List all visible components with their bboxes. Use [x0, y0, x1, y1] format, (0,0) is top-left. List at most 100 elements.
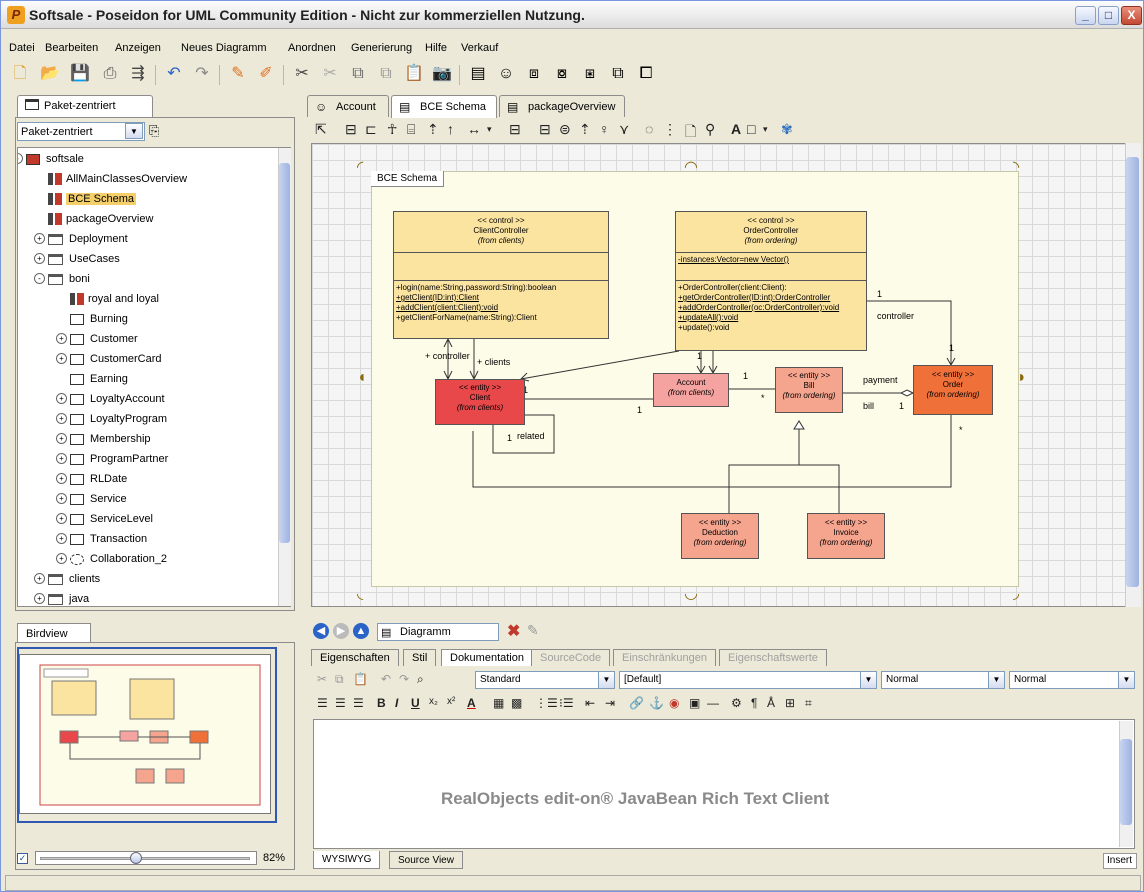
class-origin: (from ordering)	[819, 538, 873, 547]
indent-icon[interactable]: ⇥	[605, 696, 615, 710]
plugin-icon[interactable]: ⚙	[731, 696, 742, 710]
class-order-controller[interactable]: << control >> OrderController (from orde…	[675, 211, 867, 351]
multiplicity-label: 1	[507, 433, 513, 443]
class-name: OrderController	[743, 226, 799, 235]
align-left-icon[interactable]: ☰	[317, 696, 328, 710]
operation: +getClient(ID:int):Client	[396, 293, 479, 302]
delete-icon[interactable]: ✖	[507, 621, 520, 641]
source-icon[interactable]: ⌗	[805, 696, 812, 711]
attributes-section: -instances:Vector=new Vector()	[676, 252, 866, 280]
erase-icon[interactable]: ✎	[527, 622, 539, 639]
multiplicity-label: 1	[949, 343, 955, 353]
tab-eigenschaften[interactable]: Eigenschaften	[311, 649, 399, 666]
outdent-icon[interactable]: ⇤	[585, 696, 595, 710]
redo-icon[interactable]: ↷	[399, 672, 409, 686]
tab-stil[interactable]: Stil	[403, 649, 437, 666]
image-icon[interactable]: ▣	[689, 696, 700, 710]
table-props-icon[interactable]: ▩	[511, 696, 522, 710]
style-select[interactable]: Standard ▼	[475, 671, 615, 689]
link-icon[interactable]: 🔗	[629, 696, 644, 710]
copy-icon[interactable]: ⧉	[335, 672, 344, 687]
operations-section: +OrderController(client:Client): +getOrd…	[676, 280, 866, 335]
find-icon[interactable]: ⌕	[417, 672, 424, 687]
tab-dokumentation[interactable]: Dokumentation	[441, 649, 533, 666]
cut-icon[interactable]: ✂	[317, 672, 327, 686]
operation: +getOrderController(ID:int):OrderControl…	[678, 293, 831, 302]
operation: +login(name:String,password:String):bool…	[396, 283, 557, 292]
element-selector[interactable]: Diagramm	[377, 623, 499, 641]
pilcrow-icon[interactable]: ¶	[751, 696, 757, 710]
align-right-icon[interactable]: ☰	[353, 696, 364, 710]
bullet-list-icon[interactable]: ⁝☰	[559, 696, 574, 710]
assoc-label: bill	[863, 401, 875, 411]
multiplicity-label: 1	[637, 405, 643, 415]
invoice-generalization	[799, 464, 840, 513]
class-name: Deduction	[701, 528, 739, 537]
class-client[interactable]: << entity >> Client (from clients)	[435, 379, 525, 425]
operations-section: +login(name:String,password:String):bool…	[394, 280, 608, 325]
editor-scroll-thumb[interactable]	[1120, 739, 1132, 825]
documentation-editor[interactable]	[313, 719, 1135, 849]
class-invoice[interactable]: << entity >> Invoice (from ordering)	[807, 513, 885, 559]
stereotype: << control >>	[747, 216, 795, 225]
superscript-icon[interactable]: x²	[447, 696, 455, 707]
back-icon[interactable]: ◀	[313, 623, 329, 639]
multiplicity-label: 1	[877, 289, 883, 299]
multiplicity-label: *	[761, 393, 765, 403]
app-window: P Softsale - Poseidon for UML Community …	[0, 0, 1144, 892]
align-center-icon[interactable]: ☰	[335, 696, 346, 710]
class-name: ClientController	[473, 226, 529, 235]
properties-icon[interactable]: ⊞	[785, 696, 795, 710]
horizontal-rule-icon[interactable]: ―	[707, 696, 719, 710]
tab-sourcecode[interactable]: SourceCode	[531, 649, 611, 666]
insert-mode-indicator: Insert	[1103, 853, 1137, 869]
table-icon[interactable]: ▦	[493, 696, 504, 710]
class-origin: (from clients)	[667, 388, 715, 397]
chevron-down-icon: ▼	[1118, 672, 1134, 688]
up-icon[interactable]: ▲	[353, 623, 369, 639]
italic-icon[interactable]: I	[395, 696, 398, 710]
stereotype: << entity >>	[824, 518, 868, 527]
class-account[interactable]: Account (from clients)	[653, 373, 729, 407]
operation: +OrderController(client:Client):	[678, 283, 787, 292]
stereotype: << entity >>	[787, 371, 831, 380]
underline-icon[interactable]: U	[411, 696, 420, 710]
multiplicity-label: 1	[899, 401, 905, 411]
stereotype: << entity >>	[931, 370, 975, 379]
assoc-label: + controller	[425, 351, 470, 361]
tab-einschraenkungen[interactable]: Einschränkungen	[613, 649, 717, 666]
bold-icon[interactable]: B	[377, 696, 386, 710]
multiplicity-label: 1	[743, 371, 749, 381]
stereotype: << control >>	[477, 216, 525, 225]
operation: +update():void	[678, 323, 730, 332]
paragraph-select[interactable]: Normal ▼	[1009, 671, 1135, 689]
undo-icon[interactable]: ↶	[381, 672, 391, 686]
class-client-controller[interactable]: << control >> ClientController (from cli…	[393, 211, 609, 339]
class-origin: (from ordering)	[693, 538, 747, 547]
class-order[interactable]: << entity >> Order (from ordering)	[913, 365, 993, 415]
numbered-list-icon[interactable]: ⋮☰	[535, 696, 558, 710]
class-name: Account	[676, 378, 706, 387]
class-origin: (from clients)	[477, 236, 525, 245]
paste-icon[interactable]: 📋	[353, 672, 368, 686]
font-color-icon[interactable]: A	[467, 696, 476, 710]
subscript-icon[interactable]: x₂	[429, 696, 438, 707]
anchor-icon[interactable]: ⚓	[649, 696, 664, 710]
class-deduction[interactable]: << entity >> Deduction (from ordering)	[681, 513, 759, 559]
size-select[interactable]: Normal ▼	[881, 671, 1005, 689]
bookmark-icon[interactable]: ◉	[669, 696, 679, 710]
tab-source-view[interactable]: Source View	[389, 851, 463, 869]
chevron-down-icon: ▼	[598, 672, 614, 688]
font-select[interactable]: [Default] ▼	[619, 671, 877, 689]
class-name: Order	[942, 380, 964, 389]
stereotype: << entity >>	[458, 383, 502, 392]
tab-eigenschaftswerte[interactable]: Eigenschaftswerte	[719, 649, 827, 666]
class-origin: (from ordering)	[744, 236, 798, 245]
forward-icon[interactable]: ▶	[333, 623, 349, 639]
status-bar	[5, 875, 1141, 891]
class-bill[interactable]: << entity >> Bill (from ordering)	[775, 367, 843, 413]
class-name: Client	[469, 393, 491, 402]
tab-wysiwyg[interactable]: WYSIWYG	[313, 851, 381, 869]
spellcheck-icon[interactable]: Å	[767, 696, 775, 710]
editor-toolbar-2: ☰ ☰ ☰ B I U x₂ x² A ▦ ▩ ⋮☰ ⁝☰ ⇤ ⇥ 🔗 ⚓ ◉ …	[311, 694, 1141, 716]
